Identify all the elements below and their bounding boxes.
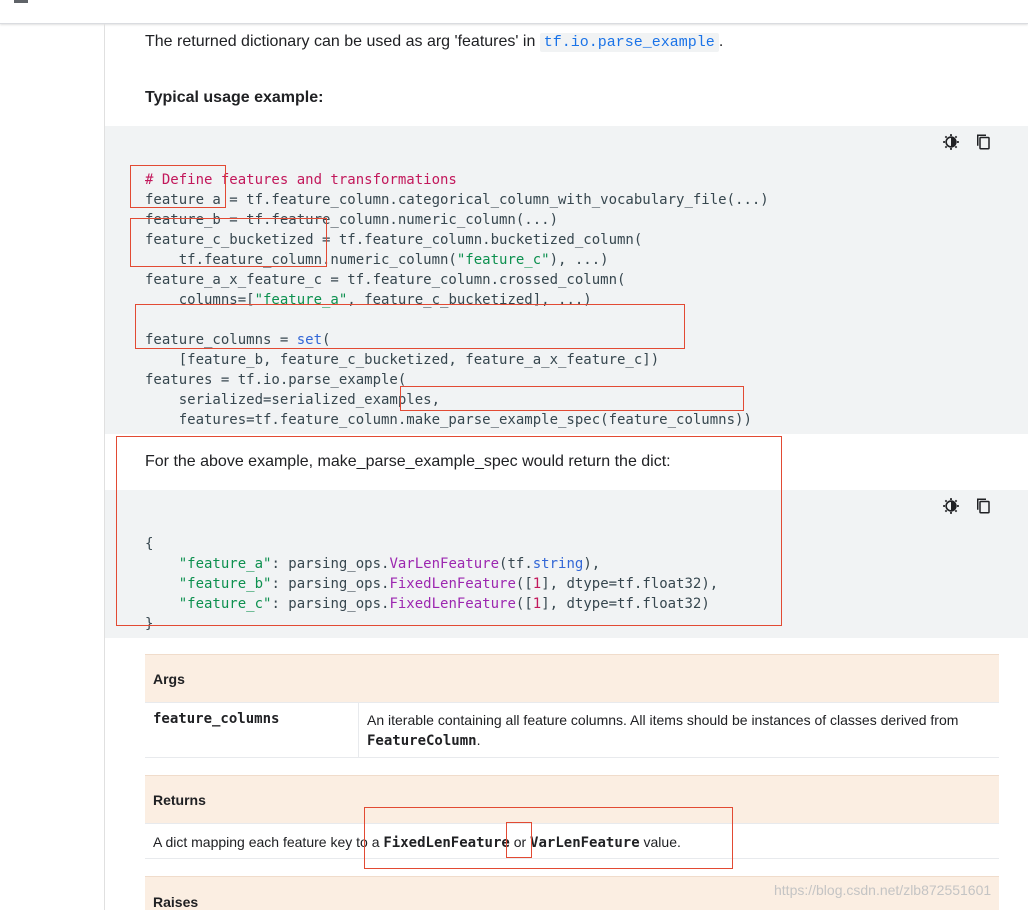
code-line: [feature_b, feature_c_bucketized, featur…: [145, 352, 660, 368]
code-line: feature_a_x_feature_c = tf.feature_colum…: [145, 272, 626, 288]
theme-toggle-icon[interactable]: [942, 497, 960, 515]
theme-toggle-icon[interactable]: [942, 133, 960, 151]
inline-code-parse-example[interactable]: tf.io.parse_example: [539, 33, 719, 52]
intro-period: .: [718, 33, 724, 50]
menu-icon[interactable]: [14, 0, 28, 3]
copy-icon[interactable]: [974, 497, 992, 515]
args-table: Args feature_columns An iterable contain…: [145, 654, 999, 758]
highlight-box: [130, 165, 226, 208]
highlight-box: [135, 304, 685, 349]
highlight-box: [116, 436, 782, 626]
code-line: features=tf.feature_column.make_parse_ex…: [145, 412, 752, 428]
top-app-bar: [0, 0, 1028, 24]
intro-paragraph: The returned dictionary can be used as a…: [145, 30, 723, 55]
copy-icon[interactable]: [974, 133, 992, 151]
highlight-box: [130, 218, 327, 267]
highlight-box: [400, 386, 744, 411]
args-heading: Args: [145, 654, 999, 702]
code-comment: # Define features and transformations: [145, 172, 457, 188]
table-row: feature_columns An iterable containing a…: [145, 702, 999, 758]
intro-text: The returned dictionary can be used as a…: [145, 33, 540, 50]
highlight-box: [364, 807, 733, 869]
arg-name: feature_columns: [153, 711, 280, 727]
highlight-box: [506, 822, 532, 858]
inline-code-featurecolumn[interactable]: FeatureColumn: [367, 733, 477, 749]
code-line: feature_a = tf.feature_column.categorica…: [145, 192, 769, 208]
column-divider: [358, 703, 359, 757]
usage-heading: Typical usage example:: [145, 89, 324, 106]
arg-description: An iterable containing all feature colum…: [367, 712, 959, 749]
watermark: https://blog.csdn.net/zlb872551601: [774, 882, 992, 898]
